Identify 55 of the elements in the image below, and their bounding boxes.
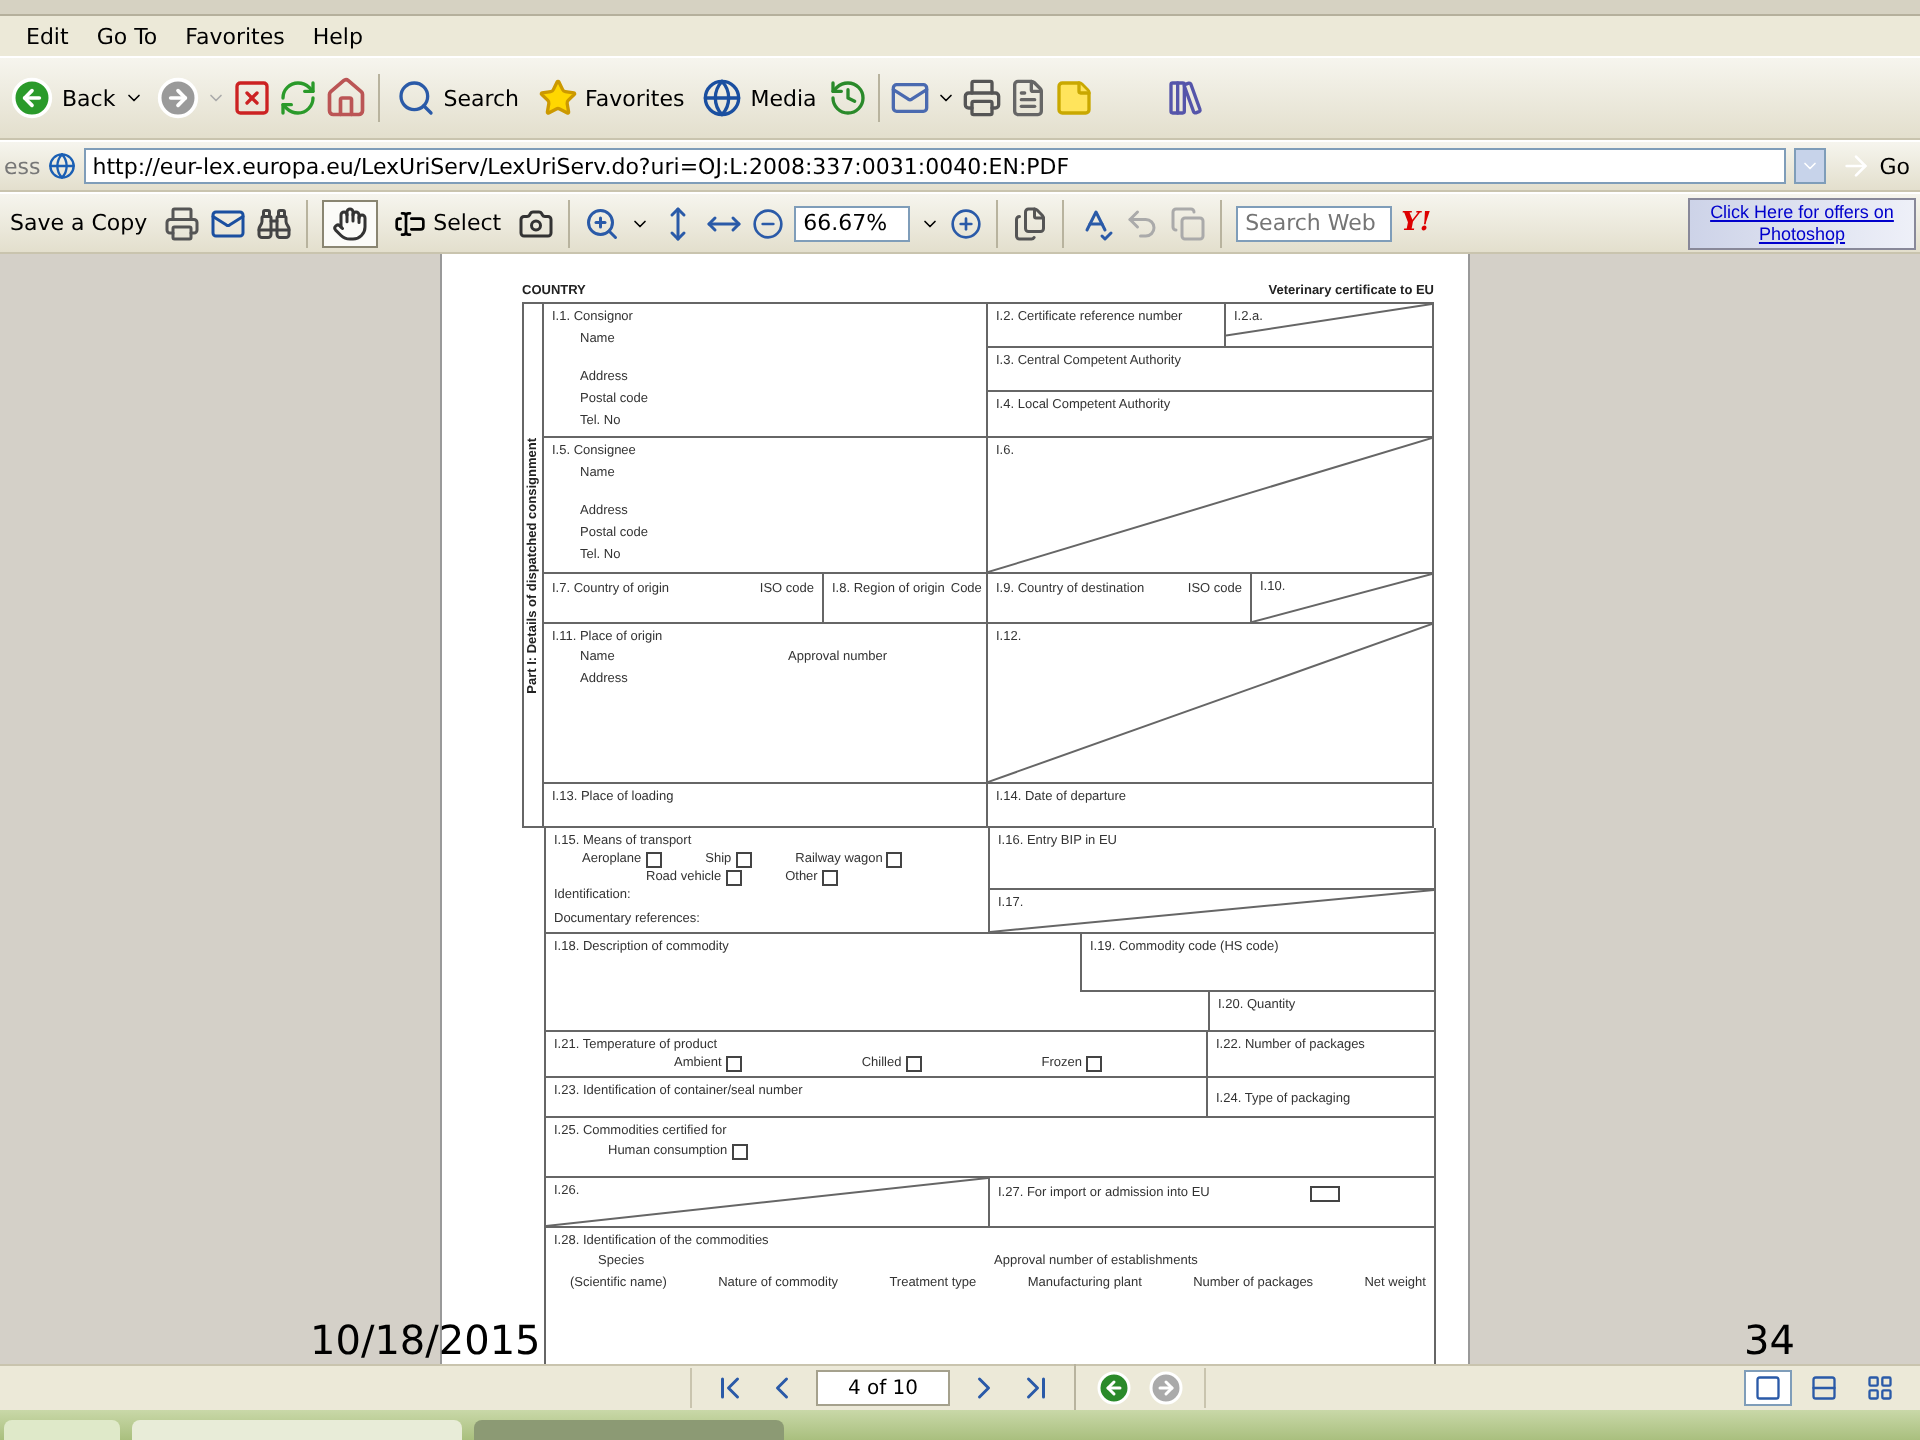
globe-icon[interactable]: [702, 78, 743, 118]
pages-icon[interactable]: [1011, 205, 1048, 241]
menu-item[interactable]: Help: [298, 23, 377, 49]
home-icon[interactable]: [323, 76, 368, 120]
binoculars-icon[interactable]: [255, 205, 292, 241]
zoom-out-icon[interactable]: [751, 207, 784, 239]
favorites-button[interactable]: Favorites: [531, 74, 691, 122]
hand-tool-button[interactable]: [321, 199, 378, 247]
slide-date: 10/18/2015: [310, 1316, 541, 1364]
media-button[interactable]: Media: [696, 74, 823, 122]
menu-item[interactable]: Edit: [12, 23, 83, 49]
yahoo-logo[interactable]: Y!: [1401, 208, 1432, 238]
history-icon[interactable]: [828, 78, 869, 118]
page-view-button[interactable]: [1744, 1370, 1792, 1406]
page-layout-icon: [1754, 1374, 1782, 1402]
checkbox[interactable]: [1085, 1055, 1102, 1071]
email-icon[interactable]: [209, 205, 246, 241]
star-icon[interactable]: [537, 78, 578, 118]
save-copy-button[interactable]: Save a Copy: [4, 206, 154, 240]
search-button[interactable]: Search: [389, 74, 526, 122]
zoom-in-plus-icon[interactable]: [949, 207, 982, 239]
search-icon[interactable]: [395, 78, 436, 118]
checkbox[interactable]: [731, 1143, 748, 1159]
checkbox[interactable]: [735, 851, 752, 867]
page-layout-icon: [1866, 1374, 1894, 1402]
search-web-field[interactable]: Search Web: [1235, 205, 1392, 241]
checkbox[interactable]: [1309, 1185, 1340, 1201]
menu-item[interactable]: Favorites: [171, 23, 299, 49]
refresh-icon[interactable]: [277, 78, 318, 118]
checkbox[interactable]: [886, 851, 903, 867]
address-label: ess: [4, 153, 41, 179]
select-tool-button[interactable]: Select: [387, 203, 508, 243]
checkbox[interactable]: [725, 1055, 742, 1071]
camera-icon[interactable]: [517, 205, 554, 241]
zoom-field[interactable]: 66.67%: [793, 205, 910, 241]
checkbox[interactable]: [725, 869, 742, 885]
page-number-field[interactable]: 4 of 10: [816, 1370, 950, 1406]
checkbox[interactable]: [905, 1055, 922, 1071]
back-button[interactable]: Back: [4, 72, 150, 124]
text-cursor-icon: [393, 207, 426, 239]
zoom-in-icon[interactable]: [583, 205, 620, 241]
checkbox[interactable]: [821, 869, 838, 885]
ad-link[interactable]: Click Here for offers on Photoshop: [1688, 197, 1916, 249]
stop-icon[interactable]: [231, 78, 272, 118]
books-icon[interactable]: [1166, 78, 1207, 118]
address-field[interactable]: http://eur-lex.europa.eu/LexUriServ/LexUriServ.do?uri=OJ:L:2008:337:0031:0040:EN:PDF: [84, 148, 1786, 184]
mail-icon[interactable]: [890, 78, 931, 118]
hand-icon: [331, 205, 368, 241]
menu-item[interactable]: Go To: [82, 23, 172, 49]
page-layout-icon: [1810, 1374, 1838, 1402]
slide-number: 34: [1744, 1316, 1795, 1364]
checkbox[interactable]: [645, 851, 662, 867]
print-icon[interactable]: [962, 78, 1003, 118]
print-icon[interactable]: [163, 205, 200, 241]
go-button[interactable]: Go: [1833, 146, 1916, 186]
